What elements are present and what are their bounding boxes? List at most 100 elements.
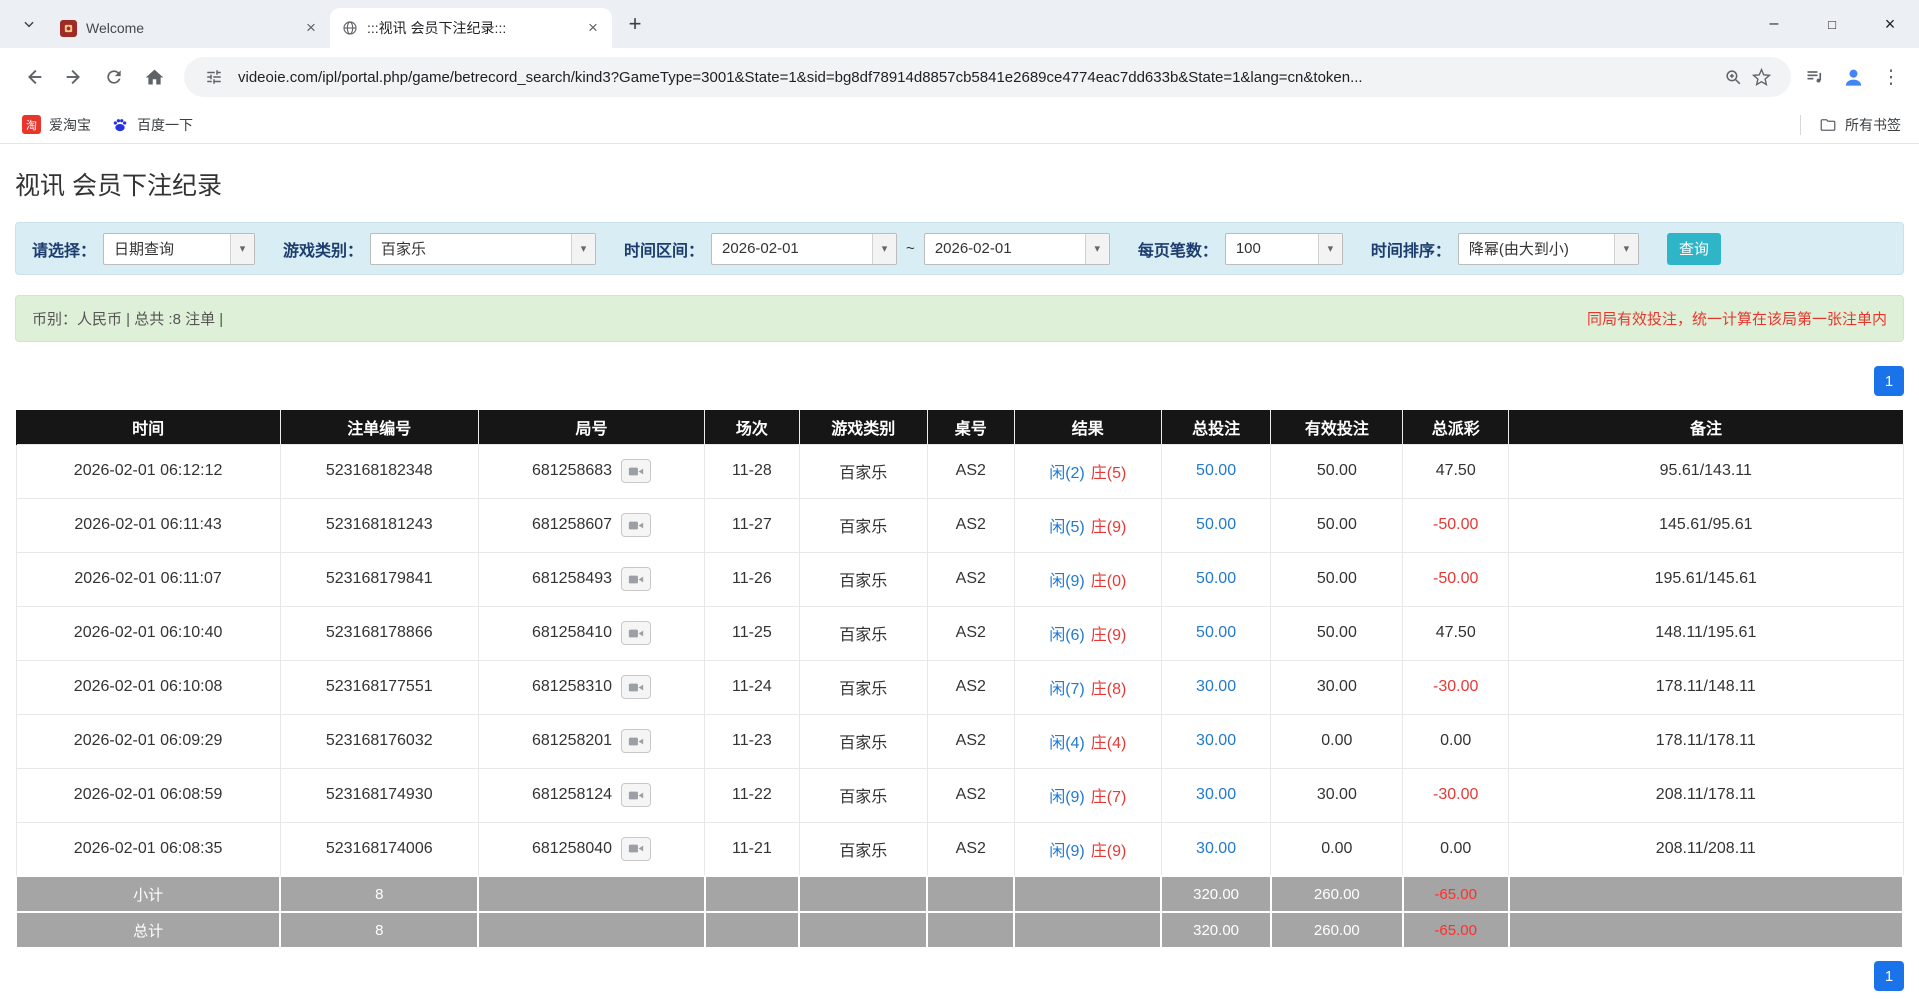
game-type-dropdown[interactable]: 百家乐 ▾ (370, 233, 596, 265)
chevron-down-icon[interactable]: ▾ (571, 234, 595, 264)
page-1-button[interactable]: 1 (1874, 366, 1904, 396)
result-player: 闲(4) (1049, 735, 1085, 752)
chevron-down-icon[interactable]: ▾ (1614, 234, 1638, 264)
minimize-icon[interactable]: – (1745, 0, 1803, 48)
baidu-icon (111, 116, 129, 134)
pagination-bottom: 1 (15, 961, 1904, 991)
cell-game: 百家乐 (799, 822, 927, 876)
zoom-icon[interactable] (1719, 63, 1747, 91)
cell-session: 11-21 (705, 822, 799, 876)
page-title: 视讯 会员下注纪录 (15, 166, 1904, 202)
page-size-value: 100 (1226, 234, 1318, 264)
chevron-down-icon[interactable]: ▾ (872, 234, 896, 264)
video-replay-button[interactable] (621, 621, 651, 645)
cell-table-no: AS2 (927, 768, 1014, 822)
total-count: 8 (280, 912, 478, 948)
cell-table-no: AS2 (927, 606, 1014, 660)
refresh-button[interactable] (94, 57, 134, 97)
total-valid-bet: 260.00 (1271, 912, 1403, 948)
bookmark-taobao[interactable]: 淘 爱淘宝 (12, 110, 101, 140)
cell-valid-bet: 50.00 (1271, 498, 1403, 552)
cell-time: 2026-02-01 06:10:08 (16, 660, 280, 714)
col-bet-id: 注单编号 (280, 410, 478, 444)
chevron-down-icon[interactable]: ▾ (1318, 234, 1342, 264)
table-row: 2026-02-01 06:12:12 523168182348 6812586… (16, 444, 1903, 498)
profile-avatar[interactable] (1839, 63, 1867, 91)
tab-title: :::视讯 会员下注纪录::: (367, 18, 573, 38)
bookmark-baidu[interactable]: 百度一下 (101, 110, 203, 140)
new-tab-button[interactable]: + (620, 7, 650, 41)
date-range-label: 时间区间： (624, 237, 704, 261)
address-bar[interactable]: videoie.com/ipl/portal.php/game/betrecor… (184, 57, 1791, 97)
cell-game: 百家乐 (799, 552, 927, 606)
result-banker: 庄(9) (1091, 843, 1127, 860)
all-bookmarks-button[interactable]: 所有书签 (1813, 115, 1907, 135)
chevron-down-icon[interactable]: ▾ (1085, 234, 1109, 264)
round-number: 681258493 (532, 570, 612, 587)
video-replay-button[interactable] (621, 513, 651, 537)
cell-table-no: AS2 (927, 552, 1014, 606)
cell-payout: 0.00 (1403, 714, 1509, 768)
close-icon[interactable]: × (300, 17, 322, 39)
bookmark-star-icon[interactable] (1747, 63, 1775, 91)
maximize-icon[interactable]: □ (1803, 0, 1861, 48)
sort-dropdown[interactable]: 降幂(由大到小) ▾ (1458, 233, 1639, 265)
media-controls-icon[interactable] (1801, 63, 1829, 91)
cell-session: 11-22 (705, 768, 799, 822)
page-size-dropdown[interactable]: 100 ▾ (1225, 233, 1343, 265)
query-type-dropdown[interactable]: 日期查询 ▾ (103, 233, 255, 265)
cell-total-bet[interactable]: 50.00 (1161, 606, 1270, 660)
col-table-no: 桌号 (927, 410, 1014, 444)
cell-total-bet[interactable]: 30.00 (1161, 660, 1270, 714)
forward-button[interactable] (54, 57, 94, 97)
home-button[interactable] (134, 57, 174, 97)
sort-value: 降幂(由大到小) (1459, 234, 1614, 264)
cell-game: 百家乐 (799, 498, 927, 552)
tab-welcome[interactable]: Welcome × (48, 8, 330, 48)
close-icon[interactable]: × (582, 17, 604, 39)
col-game: 游戏类别 (799, 410, 927, 444)
cell-total-bet[interactable]: 30.00 (1161, 768, 1270, 822)
table-row: 2026-02-01 06:11:07 523168179841 6812584… (16, 552, 1903, 606)
cell-total-bet[interactable]: 50.00 (1161, 552, 1270, 606)
window-controls: – □ × (1745, 0, 1919, 48)
video-replay-button[interactable] (621, 729, 651, 753)
video-replay-button[interactable] (621, 837, 651, 861)
date-to-dropdown[interactable]: 2026-02-01 ▾ (924, 233, 1110, 265)
cell-game: 百家乐 (799, 768, 927, 822)
close-icon[interactable]: × (1861, 0, 1919, 48)
page-1-button[interactable]: 1 (1874, 961, 1904, 991)
search-button[interactable]: 查询 (1667, 233, 1721, 265)
col-valid-bet: 有效投注 (1271, 410, 1403, 444)
cell-bet-id: 523168179841 (280, 552, 478, 606)
site-settings-icon[interactable] (200, 63, 228, 91)
cell-total-bet[interactable]: 50.00 (1161, 444, 1270, 498)
tab-bet-record[interactable]: :::视讯 会员下注纪录::: × (330, 8, 612, 48)
video-replay-button[interactable] (621, 567, 651, 591)
chevron-down-icon[interactable]: ▾ (230, 234, 254, 264)
back-button[interactable] (14, 57, 54, 97)
cell-time: 2026-02-01 06:08:59 (16, 768, 280, 822)
total-label: 总计 (16, 912, 280, 948)
cell-total-bet[interactable]: 30.00 (1161, 822, 1270, 876)
video-replay-button[interactable] (621, 675, 651, 699)
cell-table-no: AS2 (927, 822, 1014, 876)
video-replay-button[interactable] (621, 459, 651, 483)
cell-round: 681258310 (478, 660, 704, 714)
cell-total-bet[interactable]: 50.00 (1161, 498, 1270, 552)
cell-table-no: AS2 (927, 444, 1014, 498)
round-number: 681258040 (532, 840, 612, 857)
col-session: 场次 (705, 410, 799, 444)
url-text[interactable]: videoie.com/ipl/portal.php/game/betrecor… (238, 69, 1709, 86)
cell-total-bet[interactable]: 30.00 (1161, 714, 1270, 768)
video-replay-button[interactable] (621, 783, 651, 807)
cell-session: 11-25 (705, 606, 799, 660)
cell-result: 闲(9)庄(9) (1014, 822, 1161, 876)
cell-result: 闲(2)庄(5) (1014, 444, 1161, 498)
tab-search-button[interactable] (14, 9, 44, 39)
date-to-value: 2026-02-01 (925, 234, 1085, 264)
col-time: 时间 (16, 410, 280, 444)
cell-round: 681258493 (478, 552, 704, 606)
menu-icon[interactable]: ⋮ (1877, 66, 1905, 89)
date-from-dropdown[interactable]: 2026-02-01 ▾ (711, 233, 897, 265)
